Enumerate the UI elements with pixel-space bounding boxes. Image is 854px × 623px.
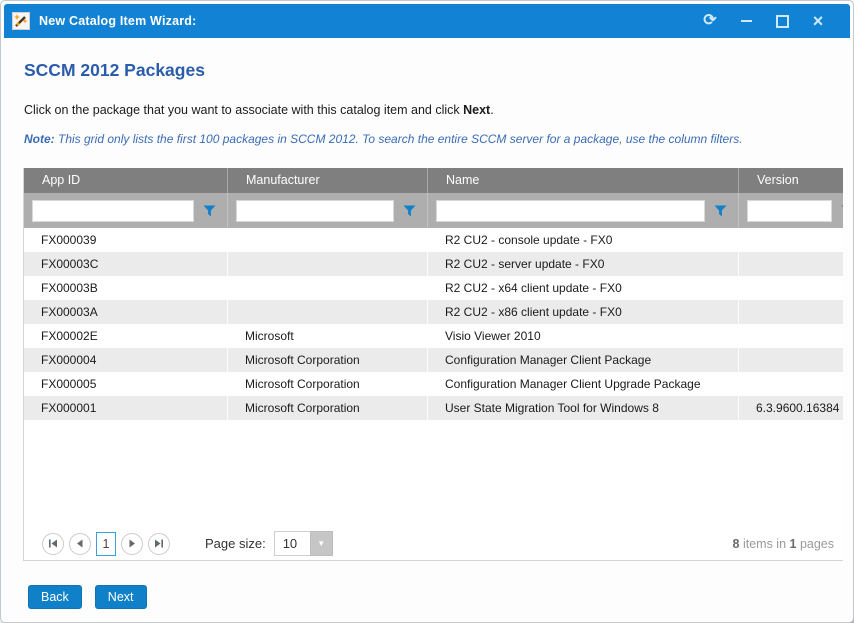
cell-app-id: FX00002E bbox=[24, 324, 228, 348]
manufacturer-filter-input[interactable] bbox=[236, 200, 394, 222]
cell-version bbox=[739, 252, 843, 276]
manufacturer-filter-funnel-icon[interactable] bbox=[394, 205, 424, 217]
cell-name: R2 CU2 - x86 client update - FX0 bbox=[428, 300, 739, 324]
grid-header-row: App ID Manufacturer Name Version bbox=[24, 168, 843, 193]
previous-page-button[interactable] bbox=[69, 533, 91, 555]
cell-manufacturer: Microsoft Corporation bbox=[228, 396, 428, 420]
page-size-value: 10 bbox=[274, 531, 310, 556]
items-summary: 8 items in 1 pages bbox=[733, 537, 834, 551]
wizard-icon bbox=[12, 12, 30, 30]
table-row[interactable]: FX00003C R2 CU2 - server update - FX0 bbox=[24, 252, 843, 276]
table-row[interactable]: FX000039 R2 CU2 - console update - FX0 bbox=[24, 228, 843, 252]
close-icon[interactable]: × bbox=[810, 13, 826, 29]
cell-manufacturer bbox=[228, 276, 428, 300]
title-bar: New Catalog Item Wizard: ⟳ × bbox=[4, 4, 850, 38]
cell-version bbox=[739, 228, 843, 252]
instruction-text: Click on the package that you want to as… bbox=[24, 103, 831, 117]
cell-manufacturer bbox=[228, 228, 428, 252]
cell-version bbox=[739, 300, 843, 324]
page-title: SCCM 2012 Packages bbox=[24, 60, 831, 81]
column-header-app-id[interactable]: App ID bbox=[24, 168, 228, 193]
app-id-filter-input[interactable] bbox=[32, 200, 194, 222]
column-header-version[interactable]: Version bbox=[739, 168, 843, 193]
cell-version bbox=[739, 348, 843, 372]
cell-name: Visio Viewer 2010 bbox=[428, 324, 739, 348]
next-button[interactable]: Next bbox=[95, 585, 147, 609]
titlebar-buttons: ⟳ × bbox=[702, 13, 826, 29]
table-row[interactable]: FX000001 Microsoft Corporation User Stat… bbox=[24, 396, 843, 420]
minimize-icon[interactable] bbox=[738, 13, 754, 29]
window-title: New Catalog Item Wizard: bbox=[39, 14, 702, 28]
cell-name: R2 CU2 - x64 client update - FX0 bbox=[428, 276, 739, 300]
cell-manufacturer bbox=[228, 252, 428, 276]
cell-manufacturer bbox=[228, 300, 428, 324]
cell-name: Configuration Manager Client Upgrade Pac… bbox=[428, 372, 739, 396]
table-row[interactable]: FX00002E Microsoft Visio Viewer 2010 bbox=[24, 324, 843, 348]
grid-empty-area bbox=[24, 420, 843, 527]
cell-app-id: FX000001 bbox=[24, 396, 228, 420]
back-button[interactable]: Back bbox=[28, 585, 82, 609]
version-filter-input[interactable] bbox=[747, 200, 832, 222]
column-header-name[interactable]: Name bbox=[428, 168, 739, 193]
grid-filter-row bbox=[24, 193, 843, 228]
wizard-footer: Back Next bbox=[28, 585, 831, 609]
maximize-icon[interactable] bbox=[774, 13, 790, 29]
first-page-button[interactable] bbox=[42, 533, 64, 555]
table-row[interactable]: FX00003B R2 CU2 - x64 client update - FX… bbox=[24, 276, 843, 300]
cell-version bbox=[739, 276, 843, 300]
cell-name: R2 CU2 - console update - FX0 bbox=[428, 228, 739, 252]
cell-version bbox=[739, 372, 843, 396]
cell-manufacturer: Microsoft Corporation bbox=[228, 348, 428, 372]
wizard-dialog-window: New Catalog Item Wizard: ⟳ × SCCM 2012 P… bbox=[0, 0, 854, 623]
cell-manufacturer: Microsoft Corporation bbox=[228, 372, 428, 396]
chevron-down-icon: ▼ bbox=[310, 531, 333, 556]
cell-name: R2 CU2 - server update - FX0 bbox=[428, 252, 739, 276]
note-text: Note: This grid only lists the first 100… bbox=[24, 132, 831, 146]
refresh-icon[interactable]: ⟳ bbox=[702, 13, 718, 29]
page-size-dropdown[interactable]: 10 ▼ bbox=[274, 531, 333, 556]
name-filter-funnel-icon[interactable] bbox=[705, 205, 735, 217]
cell-app-id: FX000005 bbox=[24, 372, 228, 396]
next-page-button[interactable] bbox=[121, 533, 143, 555]
cell-version bbox=[739, 324, 843, 348]
cell-manufacturer: Microsoft bbox=[228, 324, 428, 348]
packages-grid: App ID Manufacturer Name Version bbox=[23, 168, 843, 561]
cell-name: Configuration Manager Client Package bbox=[428, 348, 739, 372]
table-row[interactable]: FX000004 Microsoft Corporation Configura… bbox=[24, 348, 843, 372]
table-row[interactable]: FX00003A R2 CU2 - x86 client update - FX… bbox=[24, 300, 843, 324]
cell-app-id: FX00003C bbox=[24, 252, 228, 276]
column-header-manufacturer[interactable]: Manufacturer bbox=[228, 168, 428, 193]
table-row[interactable]: FX000005 Microsoft Corporation Configura… bbox=[24, 372, 843, 396]
cell-app-id: FX00003A bbox=[24, 300, 228, 324]
cell-app-id: FX00003B bbox=[24, 276, 228, 300]
grid-pager: 1 Page size: 10 ▼ 8 items in 1 pages bbox=[24, 527, 843, 560]
version-filter-funnel-icon[interactable] bbox=[832, 205, 843, 217]
cell-app-id: FX000004 bbox=[24, 348, 228, 372]
app-id-filter-funnel-icon[interactable] bbox=[194, 205, 224, 217]
page-size-label: Page size: bbox=[205, 536, 266, 551]
cell-version: 6.3.9600.16384 bbox=[739, 396, 843, 420]
current-page-indicator: 1 bbox=[96, 532, 116, 556]
cell-app-id: FX000039 bbox=[24, 228, 228, 252]
cell-name: User State Migration Tool for Windows 8 bbox=[428, 396, 739, 420]
last-page-button[interactable] bbox=[148, 533, 170, 555]
name-filter-input[interactable] bbox=[436, 200, 705, 222]
